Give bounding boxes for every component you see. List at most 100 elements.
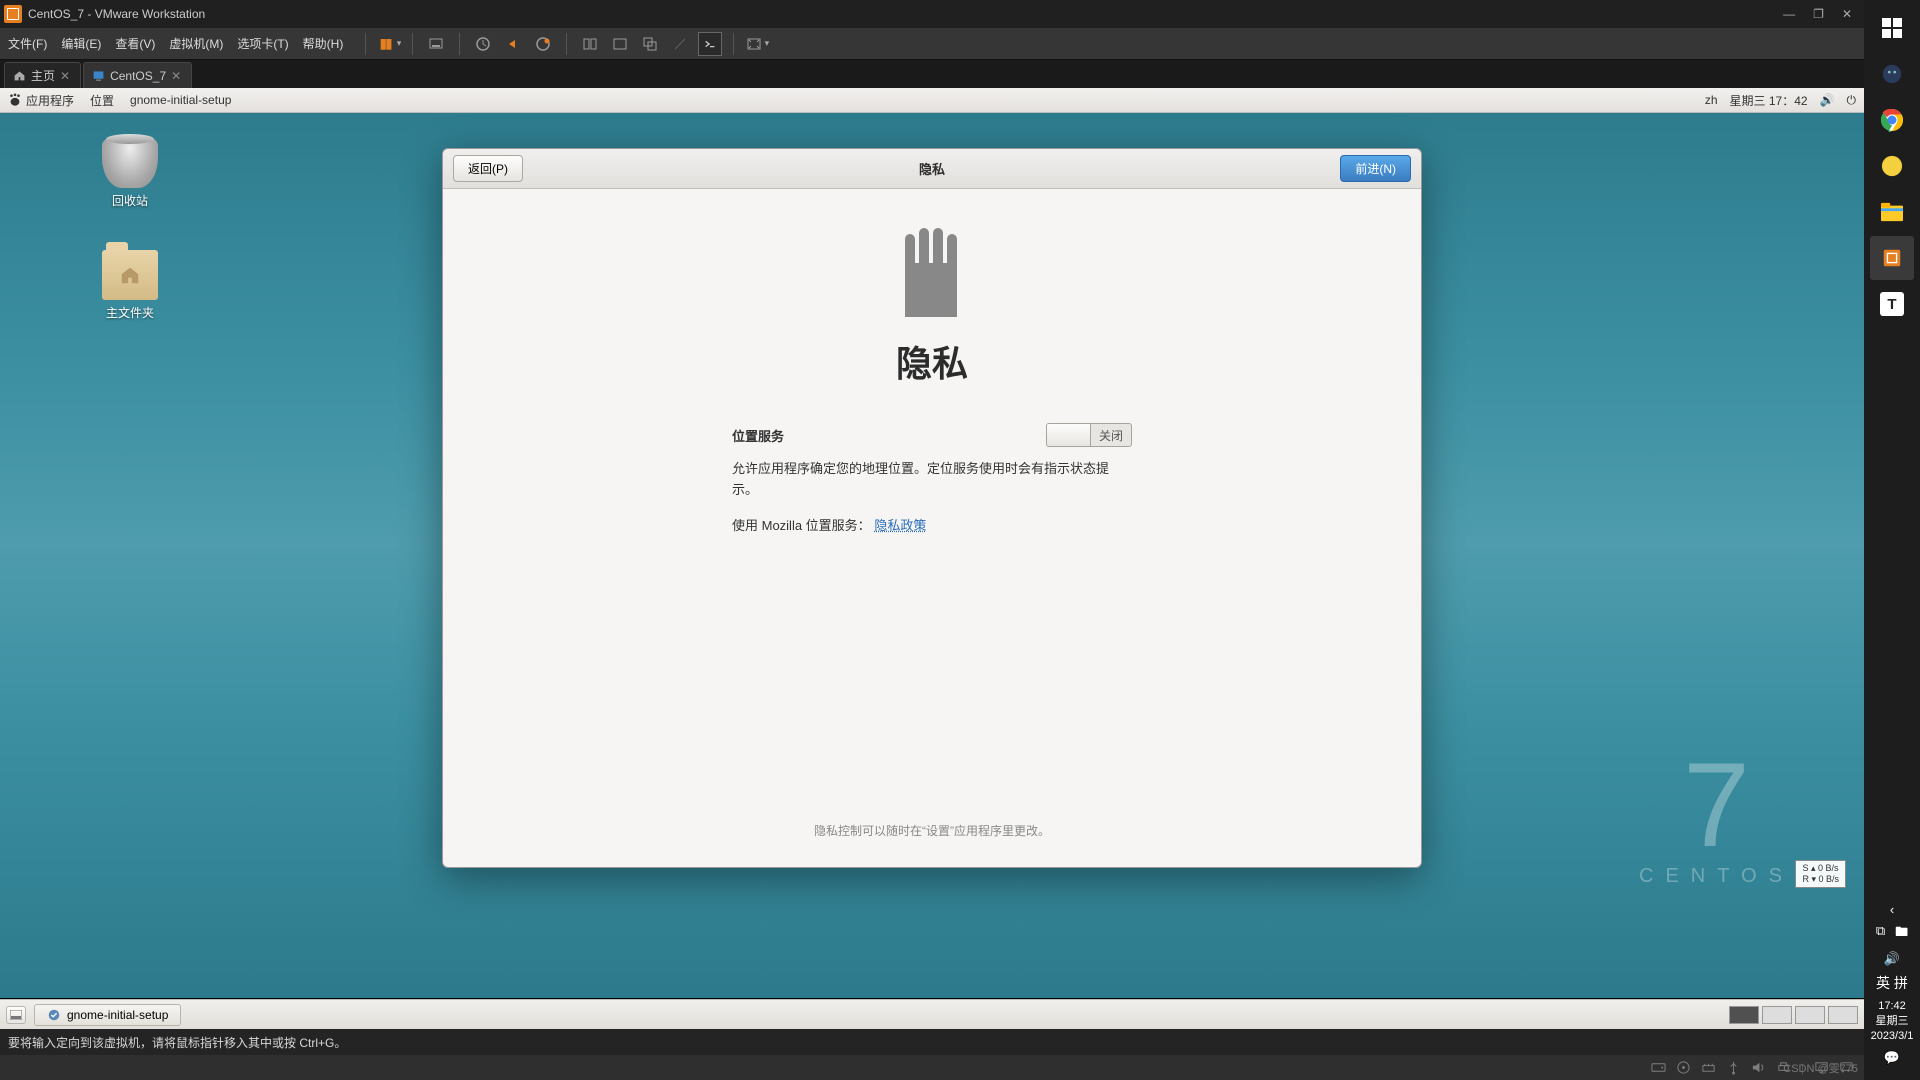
show-desktop-button[interactable] bbox=[6, 1006, 26, 1024]
workspace-4[interactable] bbox=[1828, 1006, 1858, 1024]
location-description: 允许应用程序确定您的地理位置。定位服务使用时会有指示状态提示。 bbox=[732, 459, 1132, 501]
mozilla-prefix: 使用 Mozilla 位置服务： bbox=[732, 518, 871, 533]
fullscreen-button[interactable]: ▾ bbox=[745, 32, 769, 56]
privacy-heading: 隐私 bbox=[443, 335, 1421, 387]
system-tray: ‹ ⧉ 🖿 🔊 英 拼 17:42 星期三 2023/3/1 💬 bbox=[1864, 902, 1920, 1080]
gnome-active-app[interactable]: gnome-initial-setup bbox=[130, 93, 231, 107]
desktop-home[interactable]: 主文件夹 bbox=[80, 250, 180, 321]
dialog-header: 返回(P) 隐私 前进(N) bbox=[443, 149, 1421, 189]
location-service-label: 位置服务 bbox=[732, 426, 784, 445]
split-left-button[interactable] bbox=[578, 32, 602, 56]
net-send: S ▴ 0 B/s bbox=[1802, 863, 1839, 874]
home-folder-icon bbox=[102, 250, 158, 300]
taskbar-text[interactable]: T bbox=[1870, 282, 1914, 326]
tray-notifications-icon[interactable]: 💬 bbox=[1884, 1050, 1900, 1066]
minimize-button[interactable]: — bbox=[1783, 7, 1795, 21]
maximize-button[interactable]: ❐ bbox=[1813, 7, 1824, 21]
gnome-bottom-panel: gnome-initial-setup bbox=[0, 999, 1864, 1029]
gnome-desktop[interactable]: 应用程序 位置 gnome-initial-setup zh 星期三 17：42… bbox=[0, 88, 1864, 998]
dialog-body: 隐私 位置服务 关闭 允许应用程序确定您的地理位置。定位服务使用时会有指示状态提… bbox=[443, 189, 1421, 867]
tab-vm-label: CentOS_7 bbox=[110, 69, 166, 83]
windows-taskbar: T ‹ ⧉ 🖿 🔊 英 拼 17:42 星期三 2023/3/1 💬 bbox=[1864, 0, 1920, 1080]
window-controls: — ❐ ✕ bbox=[1783, 7, 1860, 21]
privacy-policy-link[interactable]: 隐私政策 bbox=[874, 518, 926, 533]
close-button[interactable]: ✕ bbox=[1842, 7, 1852, 21]
tab-vm[interactable]: CentOS_7 ✕ bbox=[83, 62, 192, 88]
tray-ime[interactable]: 英 拼 bbox=[1864, 973, 1920, 993]
privacy-hand-icon bbox=[887, 223, 977, 317]
hdd-icon[interactable] bbox=[1651, 1060, 1666, 1075]
menu-view[interactable]: 查看(V) bbox=[115, 35, 155, 52]
sound-icon[interactable] bbox=[1751, 1060, 1766, 1075]
tab-home[interactable]: 主页 ✕ bbox=[4, 62, 81, 88]
workspace-1[interactable] bbox=[1729, 1006, 1759, 1024]
gnome-power-icon[interactable]: ⏻ bbox=[1847, 93, 1857, 108]
workspace-switcher[interactable] bbox=[1729, 1006, 1858, 1024]
pause-vm-button[interactable]: ▮▮ bbox=[377, 32, 401, 56]
usb-icon[interactable] bbox=[1726, 1060, 1741, 1075]
vm-status-bar: | bbox=[0, 1055, 1864, 1080]
revert-snapshot-button[interactable] bbox=[501, 32, 525, 56]
gnome-lang[interactable]: zh bbox=[1705, 93, 1718, 107]
taskbar-item[interactable]: gnome-initial-setup bbox=[34, 1004, 181, 1026]
menu-vm[interactable]: 虚拟机(M) bbox=[169, 35, 223, 52]
taskbar-chrome[interactable] bbox=[1870, 98, 1914, 142]
vmware-window: CentOS_7 - VMware Workstation — ❐ ✕ 文件(F… bbox=[0, 0, 1864, 1080]
gnome-applications[interactable]: 应用程序 bbox=[26, 92, 74, 109]
menu-file[interactable]: 文件(F) bbox=[8, 35, 47, 52]
gnome-volume-icon[interactable]: 🔊 bbox=[1820, 93, 1835, 107]
workspace-2[interactable] bbox=[1762, 1006, 1792, 1024]
menu-tabs[interactable]: 选项卡(T) bbox=[237, 35, 288, 52]
tray-date: 2023/3/1 bbox=[1864, 1029, 1920, 1044]
forward-button[interactable]: 前进(N) bbox=[1340, 155, 1411, 182]
gnome-places[interactable]: 位置 bbox=[90, 92, 114, 109]
tray-day: 星期三 bbox=[1864, 1014, 1920, 1029]
brand-name: CENTOS bbox=[1639, 865, 1794, 888]
desktop-trash[interactable]: 回收站 bbox=[80, 138, 180, 209]
switch-state: 关闭 bbox=[1091, 427, 1131, 444]
tray-clock[interactable]: 17:42 星期三 2023/3/1 bbox=[1864, 999, 1920, 1044]
menu-edit[interactable]: 编辑(E) bbox=[61, 35, 101, 52]
start-button[interactable] bbox=[1870, 6, 1914, 50]
workspace-3[interactable] bbox=[1795, 1006, 1825, 1024]
brand-seven: 7 bbox=[1639, 745, 1794, 865]
taskbar-item-label: gnome-initial-setup bbox=[67, 1008, 168, 1022]
vmware-logo-icon bbox=[4, 5, 22, 23]
taskbar-vmware[interactable] bbox=[1870, 236, 1914, 280]
tray-battery-icon[interactable]: 🖿 bbox=[1895, 923, 1908, 945]
menu-help[interactable]: 帮助(H) bbox=[303, 35, 344, 52]
tab-home-label: 主页 bbox=[31, 67, 55, 84]
send-ctrlaltdel-button[interactable] bbox=[424, 32, 448, 56]
dialog-footer-note: 隐私控制可以随时在“设置”应用程序里更改。 bbox=[443, 822, 1421, 839]
watermark: CSDN @雯775 bbox=[1783, 1060, 1858, 1076]
location-switch[interactable]: 关闭 bbox=[1046, 423, 1132, 447]
trash-icon bbox=[102, 138, 158, 188]
tab-home-close[interactable]: ✕ bbox=[60, 69, 70, 83]
back-button[interactable]: 返回(P) bbox=[453, 155, 523, 182]
net-recv: R ▾ 0 B/s bbox=[1802, 874, 1839, 885]
tray-expand-icon[interactable]: ‹ bbox=[1890, 902, 1894, 917]
setup-icon bbox=[47, 1008, 61, 1022]
cd-icon[interactable] bbox=[1676, 1060, 1691, 1075]
snapshot-button[interactable] bbox=[471, 32, 495, 56]
tab-vm-close[interactable]: ✕ bbox=[171, 69, 181, 83]
mozilla-line: 使用 Mozilla 位置服务： 隐私政策 bbox=[732, 515, 1132, 534]
tray-volume-icon[interactable]: 🔊 bbox=[1884, 951, 1900, 967]
manage-snapshot-button[interactable] bbox=[531, 32, 555, 56]
net-adapter-icon[interactable] bbox=[1701, 1060, 1716, 1075]
centos-branding: 7 CENTOS bbox=[1639, 745, 1794, 888]
split-right-button[interactable] bbox=[608, 32, 632, 56]
unity-button[interactable] bbox=[638, 32, 662, 56]
dialog-title: 隐私 bbox=[919, 159, 945, 178]
stretch-button[interactable] bbox=[668, 32, 692, 56]
tray-wifi-icon[interactable]: ⧉ bbox=[1876, 923, 1885, 945]
home-label: 主文件夹 bbox=[80, 304, 180, 321]
gnome-clock[interactable]: 星期三 17：42 bbox=[1730, 92, 1808, 109]
taskbar-explorer[interactable] bbox=[1870, 190, 1914, 234]
taskbar-app-3[interactable] bbox=[1870, 144, 1914, 188]
switch-knob bbox=[1047, 424, 1091, 446]
vm-display: 应用程序 位置 gnome-initial-setup zh 星期三 17：42… bbox=[0, 88, 1864, 1080]
gnome-top-panel: 应用程序 位置 gnome-initial-setup zh 星期三 17：42… bbox=[0, 88, 1864, 113]
taskbar-app-1[interactable] bbox=[1870, 52, 1914, 96]
console-button[interactable] bbox=[698, 32, 722, 56]
